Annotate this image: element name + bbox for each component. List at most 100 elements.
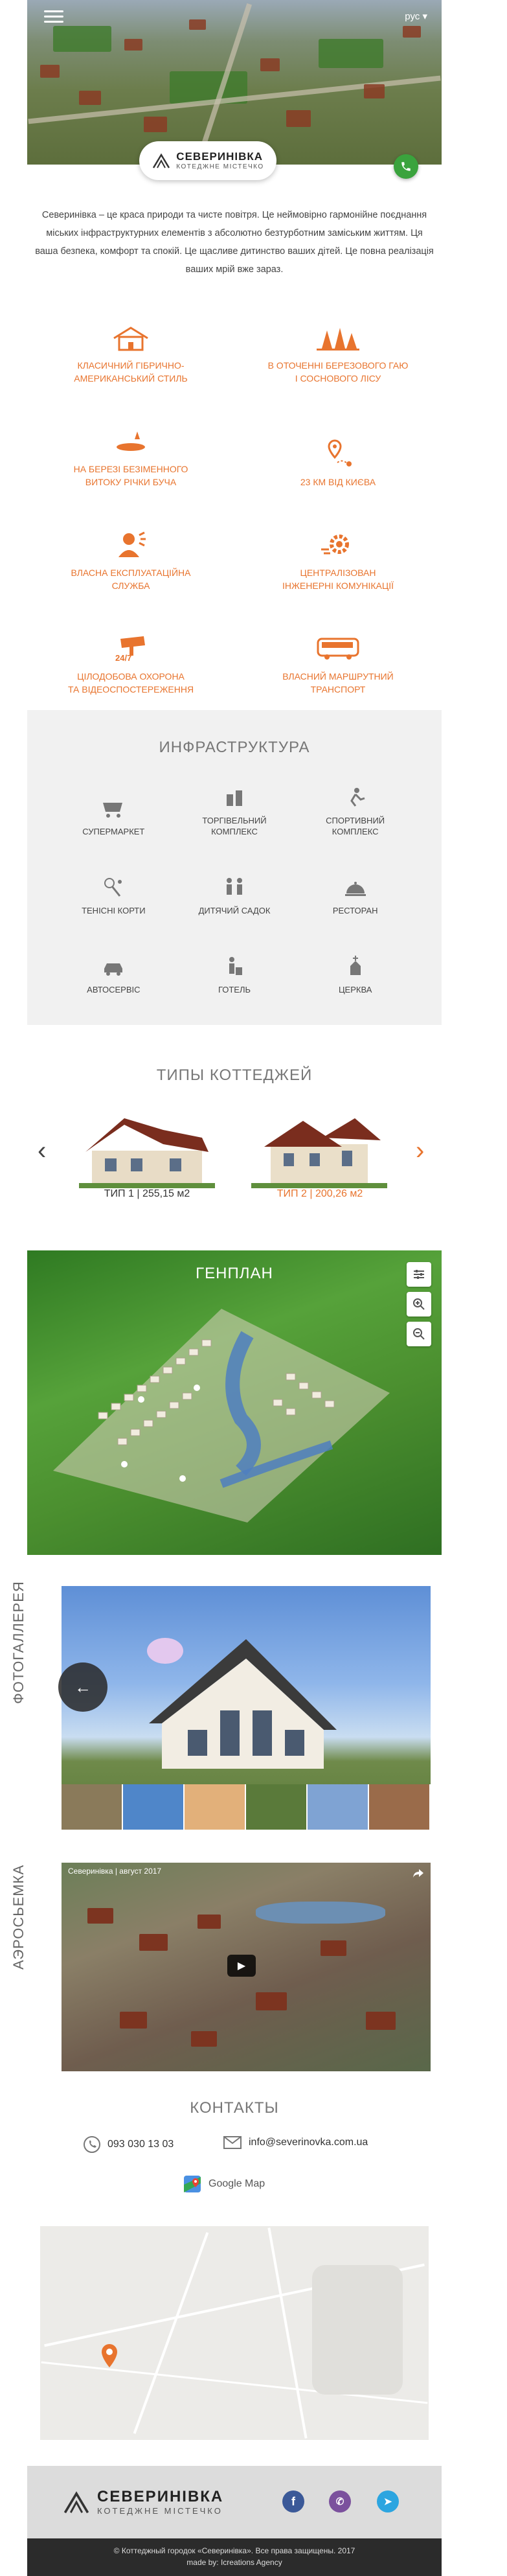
made-by-text[interactable]: made by: Icreations Agency [27, 2557, 442, 2568]
language-switcher[interactable]: рус ▾ [405, 10, 427, 22]
house-icon [113, 327, 148, 351]
lake-icon [117, 431, 145, 451]
logo[interactable]: СЕВЕРИНІВКА КОТЕДЖНЕ МІСТЕЧКО [139, 141, 276, 180]
aerial-video[interactable]: Северинівка | август 2017 ▶ [62, 1863, 431, 2071]
google-maps-icon [184, 2176, 201, 2192]
kindergarten-icon [226, 878, 242, 895]
gallery-thumbnails [62, 1784, 431, 1830]
cottage-type-1-image[interactable] [79, 1112, 215, 1196]
gallery-thumbnail[interactable] [185, 1784, 246, 1830]
footer: СЕВЕРИНІВКА КОТЕДЖНЕ МІСТЕЧКО f ✆ ➤ [27, 2466, 442, 2538]
feature-label: ВЛАСНИЙ МАРШРУТНИЙ ТРАНСПОРТ [282, 671, 394, 695]
cottage-types-title: ТИПЫ КОТТЕДЖЕЙ [156, 1066, 313, 1084]
car-service-icon [104, 963, 123, 976]
play-button[interactable]: ▶ [227, 1955, 256, 1977]
feature-label: НА БЕРЕЗІ БЕЗІМЕННОГО ВИТОКУ РІЧКИ БУЧА [73, 464, 188, 487]
feature-item: В ОТОЧЕННІ БЕРЕЗОВОГО ГАЮ І СОСНОВОГО ЛІ… [234, 317, 442, 385]
infra-label: ЦЕРКВА [338, 985, 372, 995]
infra-item: ДИТЯЧИЙ САДОК [174, 860, 295, 916]
feature-item: НА БЕРЕЗІ БЕЗІМЕННОГО ВИТОКУ РІЧКИ БУЧА [27, 421, 234, 489]
infra-label: ТЕНІСНІ КОРТИ [82, 906, 146, 915]
infra-item: ЦЕРКВА [295, 939, 416, 995]
share-icon[interactable] [412, 1868, 424, 1878]
feature-label: 23 КМ ВІД КИЄВА [300, 477, 376, 487]
service-staff-icon [118, 531, 146, 557]
location-map[interactable] [40, 2226, 429, 2440]
location-icon [328, 439, 352, 466]
google-map-label: Google Map [208, 2178, 265, 2189]
hero-banner: рус ▾ [27, 0, 442, 165]
carousel-next-arrow-icon[interactable]: › [416, 1138, 424, 1164]
page: рус ▾ СЕВЕРИНІВКА КОТЕДЖНЕ МІСТЕЧКО Севе… [0, 0, 507, 2576]
hotel-icon [229, 957, 242, 975]
infra-label: ТОРГІВЕЛЬНИЙ КОМПЛЕКС [202, 816, 267, 836]
infra-label: ГОТЕЛЬ [218, 985, 251, 995]
zoom-out-button[interactable] [407, 1322, 431, 1346]
infra-item: ТЕНІСНІ КОРТИ [53, 860, 174, 916]
infra-item: РЕСТОРАН [295, 860, 416, 916]
contact-email[interactable]: info@severinovka.com.ua [223, 2135, 368, 2150]
contacts-title: КОНТАКТЫ [190, 2099, 279, 2117]
zoom-in-icon [413, 1298, 425, 1310]
phone-number: 093 030 13 03 [107, 2139, 174, 2150]
gallery-prev-button[interactable]: ← [58, 1662, 107, 1712]
cottage-type-2-caption[interactable]: ТИП 2 | 200,26 м2 [249, 1188, 391, 1200]
tennis-icon [104, 878, 122, 897]
play-icon: ▶ [237, 1961, 246, 1972]
gear-icon [321, 535, 349, 555]
video-title: Северинівка | август 2017 [68, 1867, 162, 1876]
logo-name: СЕВЕРИНІВКА [176, 150, 264, 163]
infrastructure-title: ИНФРАСТРУКТУРА [159, 739, 310, 756]
genplan-map[interactable]: ГЕНПЛАН [27, 1250, 442, 1555]
viber-icon[interactable]: ✆ [329, 2490, 351, 2513]
infra-item: АВТОСЕРВІС [53, 939, 174, 995]
infra-label: СУПЕРМАРКЕТ [82, 827, 145, 836]
telegram-icon[interactable]: ➤ [377, 2490, 399, 2513]
bus-icon [317, 638, 359, 660]
gallery-thumbnail[interactable] [369, 1784, 431, 1830]
facebook-icon[interactable]: f [282, 2490, 304, 2513]
infrastructure-section: ИНФРАСТРУКТУРА СУПЕРМАРКЕТ ТОРГІВЕЛЬНИЙ … [27, 710, 442, 1025]
svg-text:24/7: 24/7 [115, 653, 131, 662]
arrow-left-icon: ← [74, 1677, 91, 1697]
layers-button[interactable] [407, 1262, 431, 1287]
infra-label: СПОРТИВНИЙ КОМПЛЕКС [326, 816, 385, 836]
cottage-type-1-caption[interactable]: ТИП 1 | 255,15 м2 [76, 1188, 218, 1200]
infra-item: СПОРТИВНИЙ КОМПЛЕКС [295, 781, 416, 837]
type-separator: | [310, 1188, 313, 1199]
sliders-icon [414, 1270, 424, 1279]
phone-icon [84, 2136, 100, 2153]
contact-phone[interactable]: 093 030 13 03 [83, 2135, 174, 2154]
logo-mark-icon [153, 153, 170, 168]
google-map-link[interactable]: Google Map [183, 2174, 265, 2194]
gallery-thumbnail[interactable] [62, 1784, 123, 1830]
feature-item: ЦЕНТРАЛІЗОВАН ІНЖЕНЕРНІ КОМУНІКАЦІЇ [234, 525, 442, 592]
gallery-label: ФОТОГАЛЛЕРЕЯ [10, 1581, 27, 1704]
type-area: 200,26 м2 [315, 1188, 363, 1199]
feature-item: ВЛАСНИЙ МАРШРУТНИЙ ТРАНСПОРТ [234, 628, 442, 696]
type-separator: | [137, 1188, 140, 1199]
feature-label: ЦЕНТРАЛІЗОВАН ІНЖЕНЕРНІ КОМУНІКАЦІЇ [282, 568, 394, 591]
map-marker-icon[interactable] [100, 2343, 119, 2369]
gallery-thumbnail[interactable] [123, 1784, 185, 1830]
forest-icon [317, 328, 359, 351]
infra-item: ТОРГІВЕЛЬНИЙ КОМПЛЕКС [174, 781, 295, 837]
menu-icon[interactable] [44, 10, 63, 23]
footer-logo[interactable]: СЕВЕРИНІВКА КОТЕДЖНЕ МІСТЕЧКО [62, 2488, 223, 2516]
copyright-text: © Коттеджный городок «Северинівка». Все … [113, 2546, 355, 2555]
infra-label: РЕСТОРАН [332, 906, 378, 915]
feature-item: КЛАСИЧНИЙ ГІБРИЧНО- АМЕРИКАНСЬКИЙ СТИЛЬ [27, 317, 234, 385]
type-name: ТИП 1 [104, 1188, 134, 1199]
gallery-thumbnail[interactable] [246, 1784, 308, 1830]
type-name: ТИП 2 [276, 1188, 307, 1199]
phone-icon [401, 162, 411, 171]
cottage-type-2-image[interactable] [251, 1112, 387, 1196]
logo-mark-icon [63, 2491, 89, 2514]
infra-item: СУПЕРМАРКЕТ [53, 781, 174, 837]
feature-item: 24/7 ЦІЛОДОБОВА ОХОРОНА ТА ВІДЕОСПОСТЕРЕ… [27, 628, 234, 696]
zoom-in-button[interactable] [407, 1292, 431, 1317]
call-button[interactable] [394, 154, 418, 179]
carousel-prev-arrow-icon[interactable]: ‹ [38, 1138, 46, 1164]
gallery-thumbnail[interactable] [308, 1784, 369, 1830]
cottage-types-carousel: ‹ ТИП 1 | 255,15 м2 ТИП 2 | 200,26 м2 › [27, 1112, 442, 1209]
